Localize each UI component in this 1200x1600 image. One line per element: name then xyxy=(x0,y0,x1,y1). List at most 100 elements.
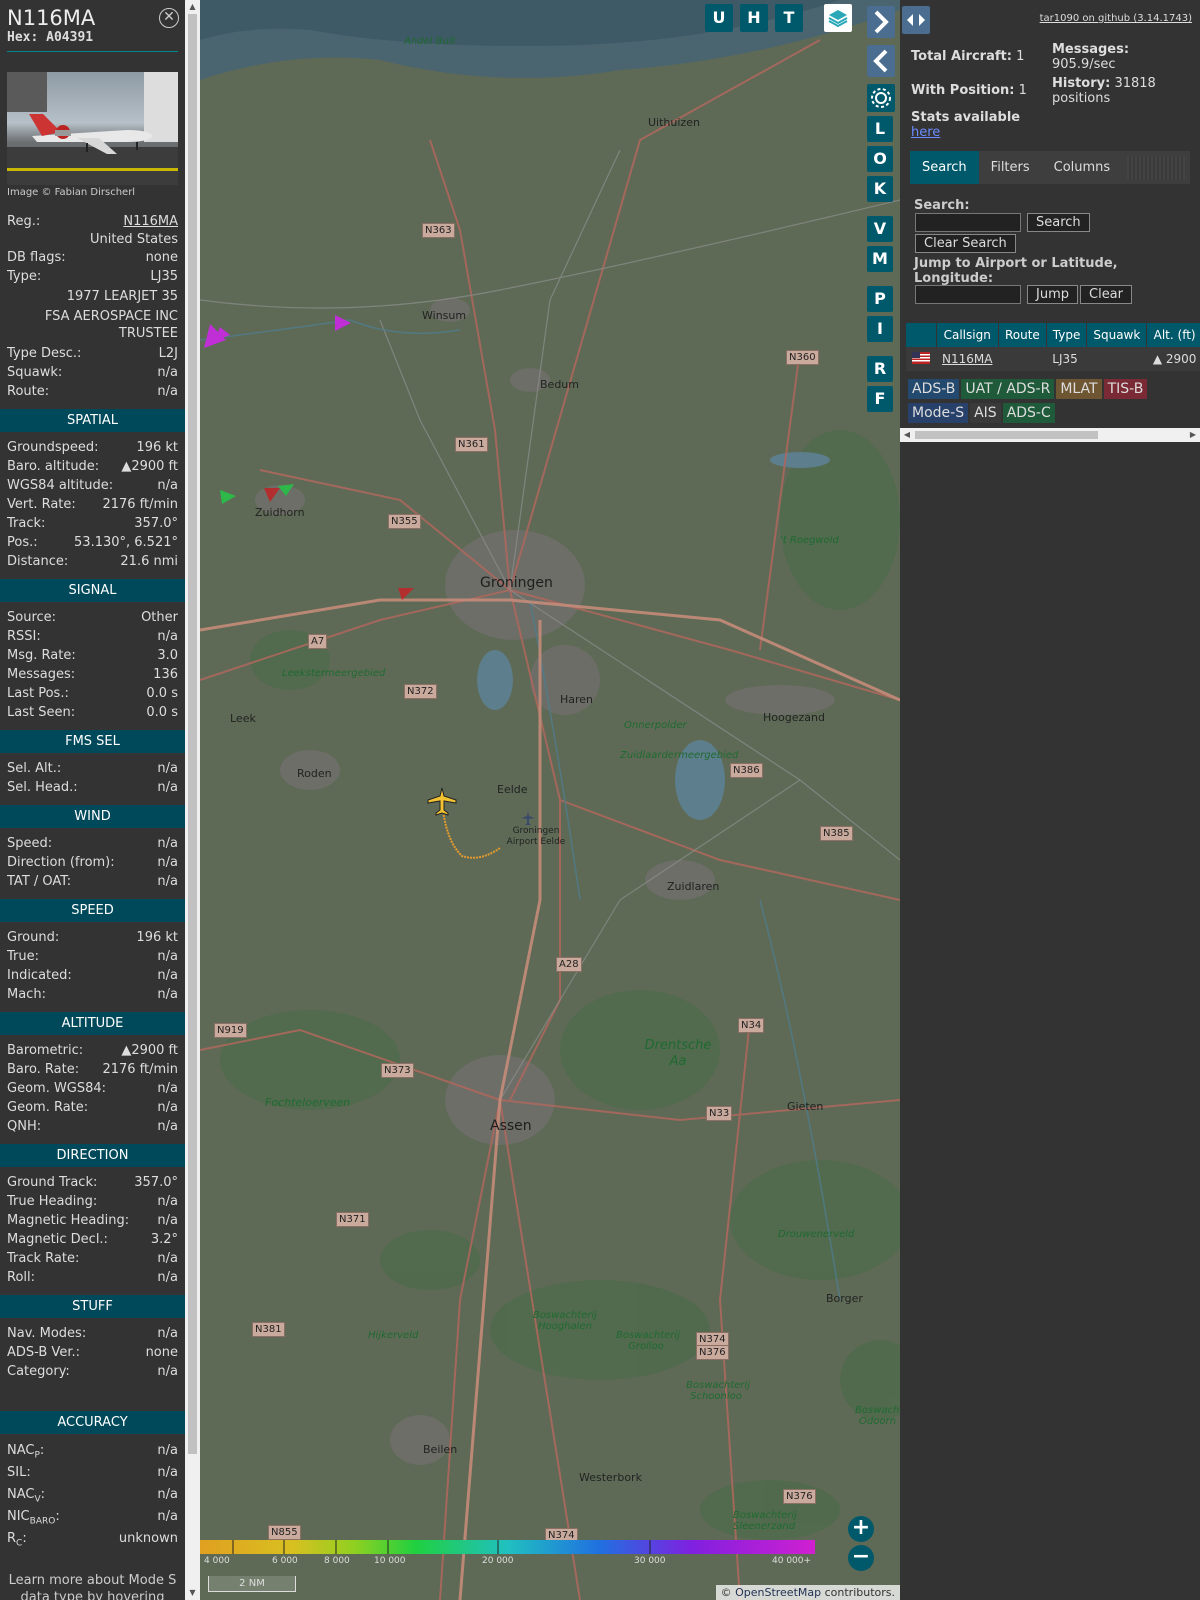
column-header[interactable]: Alt. (ft) xyxy=(1146,323,1200,347)
reg-link[interactable]: N116MA xyxy=(123,212,178,231)
zoom-out-button[interactable]: − xyxy=(848,1545,874,1571)
selected-aircraft-icon[interactable] xyxy=(426,786,458,818)
info-row-label: True: xyxy=(7,949,39,964)
legend-label: 4 000 xyxy=(204,1556,230,1566)
close-icon[interactable]: ✕ xyxy=(159,8,179,28)
info-footer-text: Learn more about Mode S data type by hov… xyxy=(8,1573,177,1600)
map-button-u[interactable]: U xyxy=(705,4,733,32)
toggle-sidebar-width-button[interactable] xyxy=(902,6,930,34)
aircraft-marker-icon[interactable] xyxy=(333,313,353,333)
place-label: Groningen xyxy=(480,575,553,591)
stats-link[interactable]: here xyxy=(911,125,940,140)
info-header: N116MA Hex: A04391 ✕ xyxy=(0,0,185,45)
scroll-left-icon[interactable]: ◀ xyxy=(900,428,914,442)
selected-hex: Hex: A04391 xyxy=(7,30,178,45)
zoom-in-button[interactable]: + xyxy=(848,1516,874,1542)
osm-link[interactable]: OpenStreetMap xyxy=(735,1586,821,1599)
tab-search[interactable]: Search xyxy=(910,151,979,184)
column-header[interactable]: Squawk xyxy=(1086,323,1148,347)
aircraft-marker-icon[interactable] xyxy=(396,586,416,606)
info-row: Baro. altitude: ▲2900 ft xyxy=(0,457,185,476)
column-header[interactable]: Callsign xyxy=(936,323,999,347)
selected-callsign: N116MA xyxy=(7,6,96,30)
scroll-right-icon[interactable]: ▶ xyxy=(1186,428,1200,442)
tab-filters[interactable]: Filters xyxy=(979,151,1042,184)
map-canvas[interactable]: Uithuizen Winsum Bedum Zuidhorn Groninge… xyxy=(200,0,900,1600)
map-button-r[interactable]: R xyxy=(867,356,893,382)
legend-label: 6 000 xyxy=(272,1556,298,1566)
tab-columns[interactable]: Columns xyxy=(1042,151,1123,184)
clear-jump-button[interactable]: Clear xyxy=(1080,285,1132,304)
info-row-label: Roll: xyxy=(7,1270,36,1285)
section-header-speed: SPEED xyxy=(0,899,185,922)
aircraft-photo[interactable] xyxy=(7,72,178,185)
scroll-down-icon[interactable]: ▼ xyxy=(185,1586,200,1600)
rc-label: RC: xyxy=(7,1531,27,1549)
info-row: Ground Track: 357.0° xyxy=(0,1173,185,1192)
cell-callsign[interactable]: N116MA xyxy=(936,347,999,371)
info-row-label: Groundspeed: xyxy=(7,440,99,455)
scrollbar-thumb[interactable] xyxy=(915,431,1098,439)
map-button-m[interactable]: M xyxy=(867,246,893,272)
scale-bar: 2 NM xyxy=(208,1576,296,1592)
info-row: Sel. Head.: n/a xyxy=(0,778,185,797)
jump-button[interactable]: Jump xyxy=(1027,285,1078,304)
info-row-value: n/a xyxy=(157,987,178,1002)
info-row-label: Ground Track: xyxy=(7,1175,98,1190)
map-button-k[interactable]: K xyxy=(867,176,893,202)
info-row-label: WGS84 altitude: xyxy=(7,478,114,493)
place-label: Eelde xyxy=(497,783,528,796)
scrollbar-thumb[interactable] xyxy=(188,14,197,1454)
map-button-l[interactable]: L xyxy=(867,116,893,142)
map-button-f[interactable]: F xyxy=(867,386,893,412)
info-row: TAT / OAT: n/a xyxy=(0,872,185,891)
road-shield: N855 xyxy=(268,1525,301,1540)
map-button-i[interactable]: I xyxy=(867,316,893,342)
aircraft-marker-icon[interactable] xyxy=(218,488,238,508)
info-row-nic: NICBARO: n/a xyxy=(0,1506,185,1528)
map-button-t[interactable]: T xyxy=(775,4,803,32)
github-link[interactable]: tar1090 on github (3.14.1743) xyxy=(1040,13,1192,24)
nature-label: Boswachterij Hooghalen xyxy=(532,1310,598,1332)
column-header[interactable]: Type xyxy=(1046,323,1088,347)
collapse-sidebar-button[interactable] xyxy=(867,45,895,77)
settings-button[interactable] xyxy=(867,84,895,112)
info-row-label: Sel. Alt.: xyxy=(7,761,62,776)
route-label: Route: xyxy=(7,384,50,399)
info-row-value: n/a xyxy=(157,780,178,795)
place-label: Assen xyxy=(490,1118,532,1134)
info-row-value: 2176 ft/min xyxy=(102,497,178,512)
aircraft-marker-icon[interactable] xyxy=(276,482,296,502)
map-button-o[interactable]: O xyxy=(867,146,893,172)
info-row-label: Category: xyxy=(7,1364,70,1379)
table-row[interactable]: N116MA LJ35 ▲ 2900 xyxy=(906,347,1200,371)
table-horizontal-scrollbar[interactable]: ◀ ▶ xyxy=(900,428,1200,442)
info-row: Distance: 21.6 nmi xyxy=(0,552,185,571)
clear-search-button[interactable]: Clear Search xyxy=(915,234,1016,253)
aircraft-list-sidebar: tar1090 on github (3.14.1743) Total Airc… xyxy=(900,0,1200,1600)
jump-input[interactable] xyxy=(915,285,1021,304)
road-shield: N376 xyxy=(783,1489,816,1504)
aircraft-marker-icon[interactable] xyxy=(212,325,232,345)
info-row: Source: Other xyxy=(0,608,185,627)
column-header[interactable]: Route xyxy=(998,323,1047,347)
chevron-left-icon xyxy=(873,49,888,73)
column-header[interactable] xyxy=(906,323,937,347)
info-row-value: n/a xyxy=(157,761,178,776)
info-panel-scrollbar[interactable]: ▲ ▼ xyxy=(185,0,200,1600)
info-row: RSSI: n/a xyxy=(0,627,185,646)
search-input[interactable] xyxy=(915,213,1021,232)
expand-sidebar-button[interactable] xyxy=(867,6,895,38)
scroll-up-icon[interactable]: ▲ xyxy=(185,0,200,14)
map-button-h[interactable]: H xyxy=(740,4,768,32)
layers-button[interactable] xyxy=(824,4,852,32)
place-label: Leek xyxy=(230,712,256,725)
search-button[interactable]: Search xyxy=(1027,213,1090,232)
section-header-wind: WIND xyxy=(0,805,185,828)
info-row-label: Mach: xyxy=(7,987,46,1002)
map-button-v[interactable]: V xyxy=(867,216,893,242)
owner-line-1: FSA AEROSPACE INC xyxy=(44,309,178,324)
place-label: Bedum xyxy=(540,378,579,391)
info-row: True: n/a xyxy=(0,947,185,966)
map-button-p[interactable]: P xyxy=(867,286,893,312)
